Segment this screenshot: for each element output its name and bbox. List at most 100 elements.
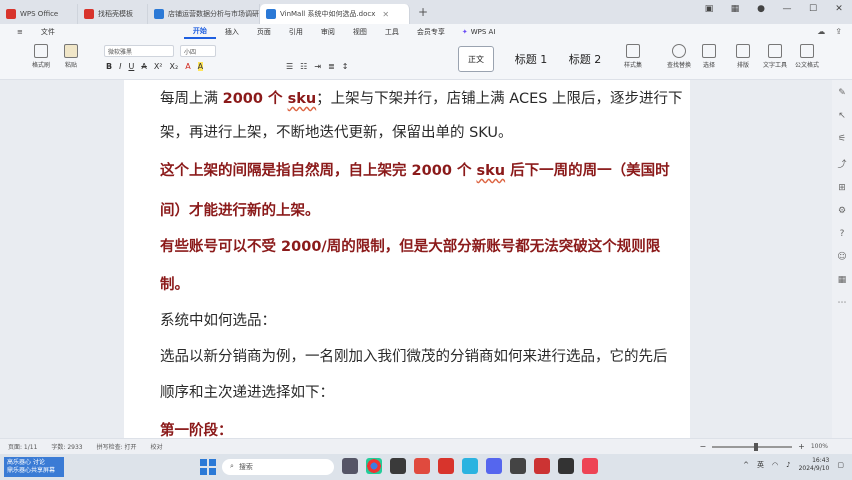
indent-icon[interactable]: ⇥: [314, 62, 321, 71]
pen-icon[interactable]: ✎: [838, 88, 846, 98]
cursor-icon[interactable]: ↖: [838, 111, 846, 121]
style-heading-1[interactable]: 标题 1: [506, 46, 556, 72]
screenshot-icon[interactable]: ▣: [702, 4, 716, 14]
screen-share-widget[interactable]: 高乐器心 讨论 鼎乐器心共享屏幕: [4, 457, 64, 477]
share-icon[interactable]: ⤴: [837, 157, 846, 170]
document-paragraph[interactable]: 顺序和主次递进选择如下：: [160, 384, 334, 402]
zoom-out-icon[interactable]: −: [699, 442, 706, 451]
app-icon[interactable]: [486, 458, 502, 474]
settings-icon[interactable]: ⚙: [838, 206, 846, 216]
minimize-icon[interactable]: —: [780, 4, 794, 14]
format-painter-button[interactable]: 格式刷: [26, 44, 56, 69]
document-paragraph[interactable]: 系统中如何选品：: [160, 312, 276, 330]
tab-insert[interactable]: 插入: [216, 27, 248, 37]
camera-app-icon[interactable]: [390, 458, 406, 474]
app-icon[interactable]: [534, 458, 550, 474]
bullets-icon[interactable]: ☰: [286, 62, 293, 71]
superscript-icon[interactable]: X²: [154, 62, 163, 71]
layout-button[interactable]: 排版: [728, 44, 758, 69]
grid-icon[interactable]: ▦: [838, 275, 847, 285]
find-replace-button[interactable]: 查找替换: [664, 44, 694, 69]
numbering-icon[interactable]: ☷: [300, 62, 307, 71]
wps-ai-button[interactable]: ✦ WPS AI: [454, 28, 504, 36]
paste-button[interactable]: 粘贴: [56, 44, 86, 69]
document-paragraph[interactable]: 间）才能进行新的上架。: [160, 202, 320, 220]
tab-reference[interactable]: 引用: [280, 27, 312, 37]
wifi-icon[interactable]: ◠: [772, 461, 778, 469]
chevron-up-icon[interactable]: ^: [743, 461, 749, 469]
zoom-knob[interactable]: [754, 442, 759, 451]
tab-member[interactable]: 会员专享: [408, 27, 454, 37]
font-name-select[interactable]: 微软雅黑: [104, 45, 174, 57]
document-paragraph[interactable]: 选品以新分销商为例，一名刚加入我们微茂的分销商如何来进行选品，它的先后: [160, 348, 668, 366]
chrome-icon[interactable]: [366, 458, 382, 474]
font-color-icon[interactable]: A: [185, 62, 190, 71]
sliders-icon[interactable]: ⚟: [838, 134, 846, 144]
proofread[interactable]: 校对: [151, 442, 163, 451]
text-tools-button[interactable]: 文字工具: [760, 44, 790, 69]
new-tab-button[interactable]: +: [418, 5, 428, 19]
document-paragraph[interactable]: 架，再进行上架，不断地迭代更新，保留出单的 SKU。: [160, 124, 513, 142]
player-icon[interactable]: [462, 458, 478, 474]
cloud-icon[interactable]: ☁: [817, 27, 825, 36]
font-size-select[interactable]: 小四: [180, 45, 216, 57]
record-icon[interactable]: [582, 458, 598, 474]
subscript-icon[interactable]: X₂: [170, 62, 179, 71]
document-paragraph[interactable]: 这个上架的间隔是指自然周，自上架完 2000 个 sku 后下一周的周一（美国时: [160, 162, 670, 180]
line-spacing-icon[interactable]: ↕: [342, 62, 349, 71]
robot-icon[interactable]: ☺: [837, 252, 846, 262]
style-heading-2[interactable]: 标题 2: [560, 46, 610, 72]
document-paragraph[interactable]: 每周上满 2000 个 sku；上架与下架并行，店铺上满 ACES 上限后，逐步…: [160, 90, 683, 108]
tab-store-doc[interactable]: 店铺运营数据分析与市场调研 ✕: [148, 4, 260, 24]
tab-tools[interactable]: 工具: [376, 27, 408, 37]
taskbar-search[interactable]: ⌕ 搜索: [222, 459, 334, 475]
video-icon[interactable]: [558, 458, 574, 474]
cube-icon[interactable]: [510, 458, 526, 474]
attachment-icon[interactable]: ⊞: [838, 183, 846, 193]
start-windows-icon[interactable]: [200, 459, 216, 475]
highlight-icon[interactable]: A: [197, 62, 204, 71]
spell-check[interactable]: 拼写检查: 打开: [97, 442, 137, 451]
share-icon[interactable]: ⇪: [835, 27, 842, 36]
tab-template[interactable]: 找稻壳模板: [78, 4, 148, 24]
bold-icon[interactable]: B: [106, 62, 112, 71]
tab-start[interactable]: 开始: [183, 25, 216, 39]
menu-icon[interactable]: ▦: [728, 4, 742, 14]
select-button[interactable]: 选择: [694, 44, 724, 69]
tab-page[interactable]: 页面: [248, 27, 280, 37]
underline-icon[interactable]: U: [128, 62, 134, 71]
style-set-button[interactable]: 样式集: [618, 44, 648, 69]
help-icon[interactable]: ?: [840, 229, 845, 239]
close-icon[interactable]: ✕: [382, 10, 389, 19]
page-indicator[interactable]: 页面: 1/11: [8, 442, 37, 451]
wps-office-icon[interactable]: [438, 458, 454, 474]
style-normal[interactable]: 正文: [458, 46, 494, 72]
official-format-button[interactable]: 公文格式: [792, 44, 822, 69]
strikethrough-icon[interactable]: A: [141, 62, 146, 71]
italic-icon[interactable]: I: [119, 62, 121, 71]
tab-vinmall-doc[interactable]: VinMall 系统中如何选品.docx ✕: [260, 4, 410, 24]
task-view-icon[interactable]: [342, 458, 358, 474]
notification-icon[interactable]: ▢: [837, 461, 844, 469]
document-page[interactable]: 每周上满 2000 个 sku；上架与下架并行，店铺上满 ACES 上限后，逐步…: [124, 80, 690, 438]
zoom-in-icon[interactable]: +: [798, 442, 805, 451]
document-paragraph[interactable]: 有些账号可以不受 2000/周的限制，但是大部分新账号都无法突破这个规则限: [160, 238, 660, 256]
input-language[interactable]: 英: [757, 460, 764, 470]
wps-red-icon[interactable]: [414, 458, 430, 474]
menu-icon[interactable]: ≡: [8, 28, 32, 36]
document-paragraph[interactable]: 制。: [160, 276, 189, 294]
more-icon[interactable]: ⋯: [838, 298, 847, 308]
align-icon[interactable]: ≣: [328, 62, 335, 71]
zoom-level[interactable]: 100%: [811, 443, 828, 450]
file-menu[interactable]: 文件: [32, 27, 64, 37]
avatar[interactable]: ●: [754, 4, 768, 14]
document-paragraph[interactable]: 第一阶段：: [160, 422, 233, 438]
close-window-icon[interactable]: ✕: [832, 4, 846, 14]
zoom-slider[interactable]: [712, 442, 793, 451]
tab-wps-office[interactable]: WPS Office: [0, 4, 78, 24]
volume-icon[interactable]: ♪: [786, 461, 790, 469]
word-count[interactable]: 字数: 2933: [51, 442, 82, 451]
tab-view[interactable]: 视图: [344, 27, 376, 37]
tab-review[interactable]: 审阅: [312, 27, 344, 37]
maximize-icon[interactable]: ☐: [806, 4, 820, 14]
